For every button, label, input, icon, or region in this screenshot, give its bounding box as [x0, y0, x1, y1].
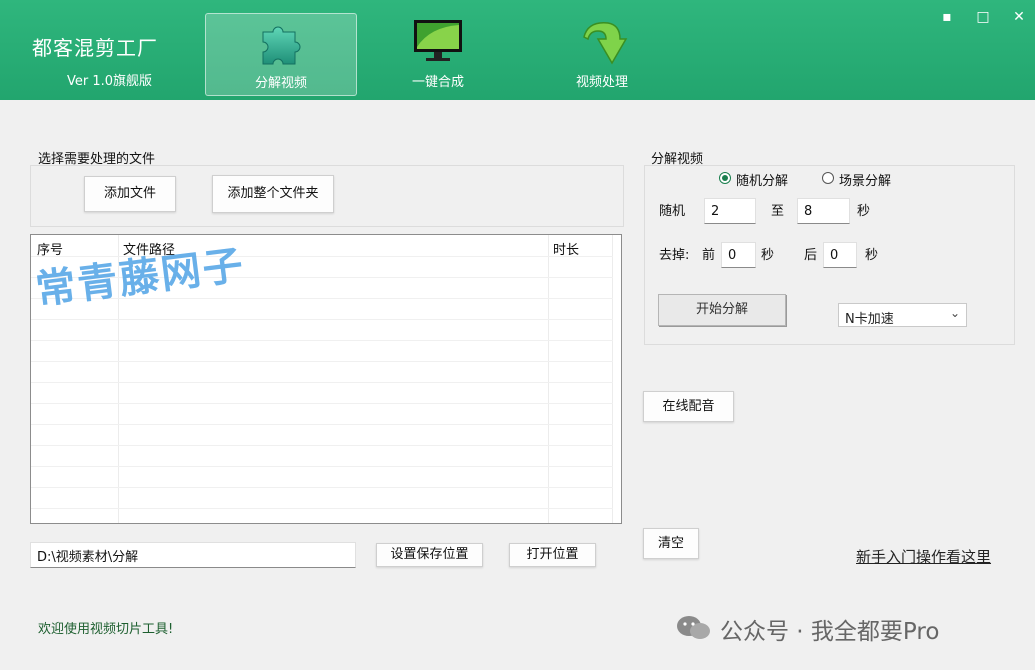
open-location-button[interactable]: 打开位置 — [509, 543, 596, 567]
scene-split-label[interactable]: 场景分解 — [839, 170, 891, 189]
maximize-button[interactable]: □ — [972, 8, 994, 26]
wechat-watermark: 公众号 · 我全都要Pro — [720, 619, 940, 645]
row-line — [31, 340, 613, 341]
file-select-label: 选择需要处理的文件 — [38, 152, 156, 167]
monitor-icon — [414, 20, 462, 61]
row-line — [31, 382, 613, 383]
wechat-icon — [677, 616, 710, 639]
trim-label: 去掉: — [659, 248, 690, 263]
beginner-guide-link[interactable]: 新手入门操作看这里 — [856, 546, 991, 567]
green-arrow-icon — [583, 22, 628, 65]
random-max-input[interactable] — [797, 198, 850, 224]
trim-front-label: 前 — [702, 248, 716, 263]
random-split-label[interactable]: 随机分解 — [736, 170, 788, 189]
add-folder-button[interactable]: 添加整个文件夹 — [212, 175, 334, 213]
chevron-down-icon: ⌄ — [949, 306, 960, 320]
tab-label: 分解视频 — [254, 76, 307, 91]
row-line — [31, 403, 613, 404]
trim-back-label: 后 — [804, 248, 818, 263]
title-bar: 都客混剪工厂 Ver 1.0旗舰版 分解视频 一键合成 视频处理 ▪ □ ✕ — [0, 0, 1035, 100]
acceleration-select[interactable]: N卡加速 ⌄ — [838, 303, 967, 327]
close-button[interactable]: ✕ — [1008, 8, 1030, 26]
clear-button[interactable]: 清空 — [643, 528, 699, 559]
random-min-input[interactable] — [704, 198, 756, 224]
row-line — [31, 361, 613, 362]
acceleration-value: N卡加速 — [845, 312, 894, 327]
row-line — [31, 487, 613, 488]
row-line — [31, 466, 613, 467]
app-version: Ver 1.0旗舰版 — [67, 74, 153, 89]
random-split-radio[interactable] — [719, 172, 731, 184]
start-split-button[interactable]: 开始分解 — [658, 294, 786, 326]
split-settings-label: 分解视频 — [651, 152, 704, 167]
save-path-input[interactable] — [30, 542, 356, 568]
trim-back-input[interactable] — [823, 242, 857, 268]
column-divider — [612, 235, 613, 523]
tab-label: 视频处理 — [575, 75, 628, 90]
seconds-label: 秒 — [865, 248, 879, 263]
trim-front-input[interactable] — [721, 242, 756, 268]
app-title: 都客混剪工厂 — [32, 36, 158, 60]
random-label: 随机 — [659, 204, 686, 219]
tab-label: 一键合成 — [411, 75, 464, 90]
seconds-label: 秒 — [761, 248, 775, 263]
puzzle-icon — [262, 26, 301, 65]
tab-one-click-compose[interactable]: 一键合成 — [363, 13, 513, 94]
row-line — [31, 424, 613, 425]
status-text: 欢迎使用视频切片工具! — [38, 622, 174, 637]
tab-video-processing[interactable]: 视频处理 — [527, 13, 677, 94]
seconds-label: 秒 — [857, 204, 871, 219]
set-save-location-button[interactable]: 设置保存位置 — [376, 543, 483, 567]
scene-split-radio[interactable] — [822, 172, 834, 184]
row-line — [31, 445, 613, 446]
row-line — [31, 319, 613, 320]
online-dubbing-button[interactable]: 在线配音 — [643, 391, 734, 422]
to-label: 至 — [771, 204, 785, 219]
column-divider — [548, 235, 549, 523]
row-line — [31, 508, 613, 509]
add-file-button[interactable]: 添加文件 — [84, 176, 176, 212]
tab-split-video[interactable]: 分解视频 — [205, 13, 357, 96]
minimize-button[interactable]: ▪ — [936, 8, 958, 26]
